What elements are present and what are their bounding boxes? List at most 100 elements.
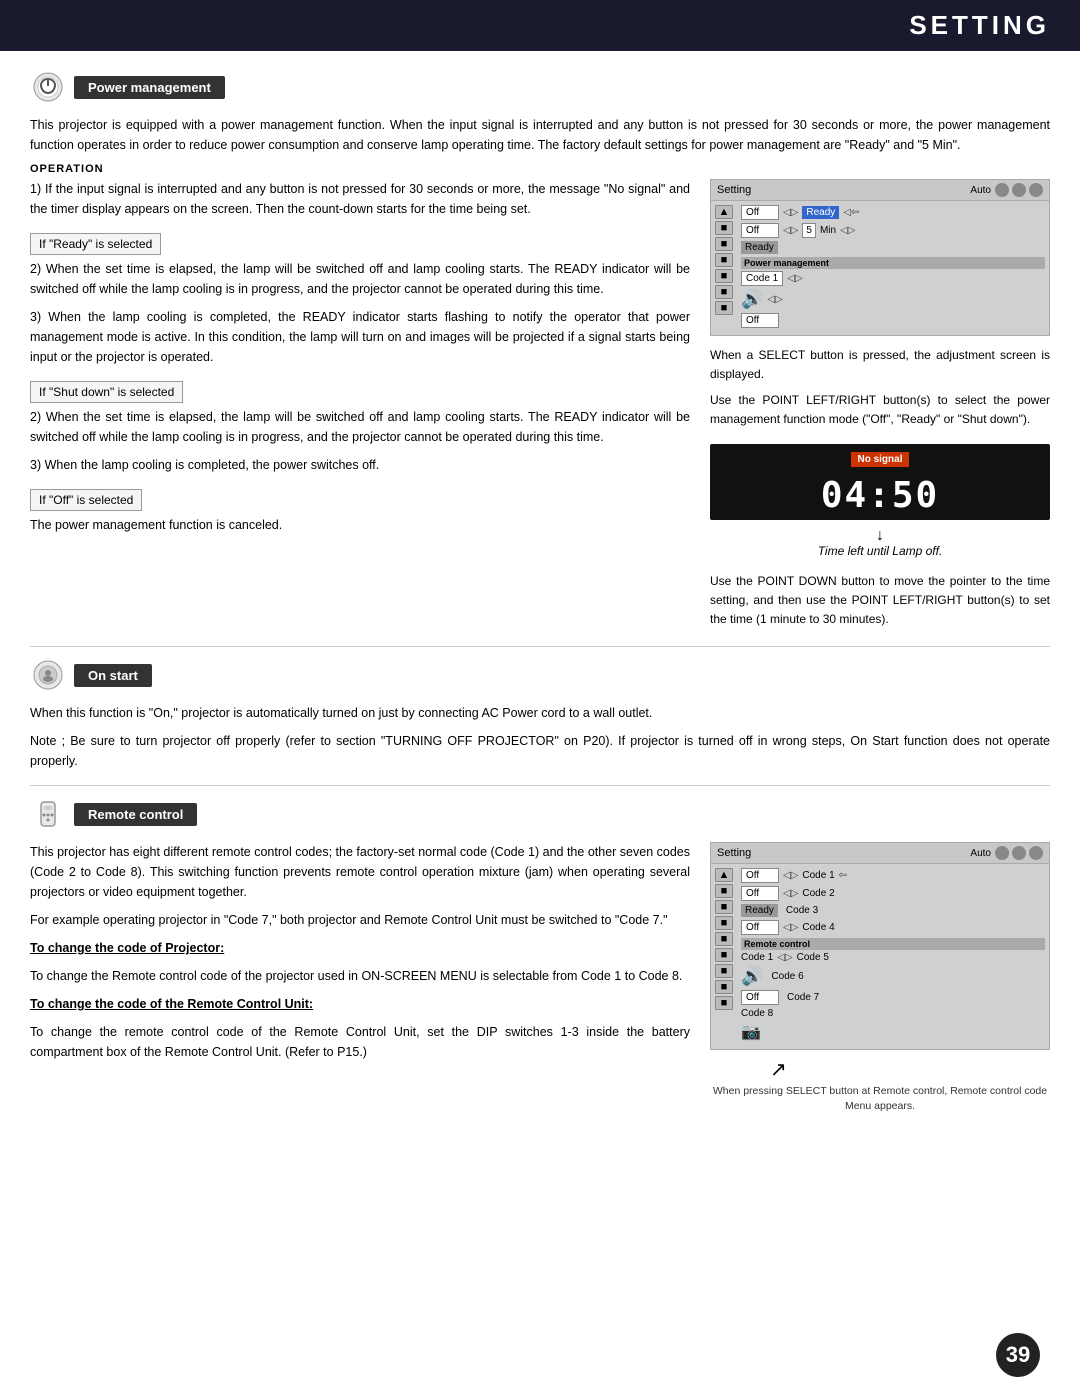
remote-sidebar-btn-8: ■ — [715, 980, 733, 994]
remote-code8-label: Code 8 — [741, 1008, 773, 1019]
on-start-icon — [30, 657, 66, 693]
if-off-label: If "Off" is selected — [30, 489, 142, 511]
ui-icon-3 — [1029, 183, 1043, 197]
operation-step1: 1) If the input signal is interrupted an… — [30, 179, 690, 219]
ui-main-area: Off ◁▷ Ready ◁⇦ Off ◁▷ 5 Min ◁▷ — [741, 205, 1045, 331]
remote-sidebar-btn-6: ■ — [715, 948, 733, 962]
ui-row-1: Off ◁▷ Ready ◁⇦ — [741, 205, 1045, 220]
remote-off2: Off — [741, 886, 779, 901]
remote-control-text1: This projector has eight different remot… — [30, 842, 690, 902]
timer-display: No signal 04:50 — [710, 444, 1050, 520]
if-shutdown-step3: 3) When the lamp cooling is completed, t… — [30, 455, 690, 475]
time-left-caption: Time left until Lamp off. — [710, 544, 1050, 558]
remote-row-8: Code 8 — [741, 1008, 1045, 1019]
remote-arrow-area: ↗ — [710, 1060, 1050, 1080]
remote-row-5: Code 1 ◁▷ Code 5 — [741, 952, 1045, 963]
remote-sidebar-btn-5: ■ — [715, 932, 733, 946]
power-management-ui-mockup: Setting Auto ▲ ■ ■ — [710, 179, 1050, 336]
ui-ready-highlight: Ready — [802, 206, 839, 219]
remote-ui-icons — [995, 846, 1043, 860]
remote-row-9: 📷 — [741, 1022, 1045, 1042]
on-start-title: On start — [74, 664, 152, 687]
point-down-text: Use the POINT DOWN button to move the po… — [710, 572, 1050, 628]
remote-ui-body: ▲ ■ ■ ■ ■ ■ ■ ■ ■ Off — [711, 864, 1049, 1049]
remote-arrow-5: ◁▷ — [777, 952, 792, 963]
ui-arrow-5: ◁▷ — [787, 273, 802, 284]
ui-arrow-3: ◁▷ — [783, 225, 798, 236]
ui-speaker-icon: 🔊 — [741, 289, 763, 310]
if-ready-step3: 3) When the lamp cooling is completed, t… — [30, 307, 690, 367]
remote-control-right: Setting Auto ▲ ■ — [710, 842, 1050, 1114]
point-lr-text: Use the POINT LEFT/RIGHT button(s) to se… — [710, 391, 1050, 428]
ui-sidebar-btn-1: ▲ — [715, 205, 733, 219]
ui-arrow-2: ◁⇦ — [843, 207, 859, 218]
ui-row-3: Ready — [741, 241, 1045, 254]
ui-off2-dropdown: Off — [741, 223, 779, 238]
remote-ui-titlebar: Setting Auto — [711, 843, 1049, 864]
ui-icon-2 — [1012, 183, 1026, 197]
ui-row-5: 🔊 ◁▷ — [741, 289, 1045, 310]
remote-control-text2: For example operating projector in "Code… — [30, 910, 690, 930]
remote-ui-sidebar: ▲ ■ ■ ■ ■ ■ ■ ■ ■ — [715, 868, 737, 1045]
if-shutdown-label: If "Shut down" is selected — [30, 381, 183, 403]
section-divider-2 — [30, 785, 1050, 786]
timer-display-wrapper: No signal 04:50 ↓ Time left until Lamp o… — [710, 436, 1050, 564]
on-start-section: On start When this function is "On," pro… — [30, 657, 1050, 771]
change-projector-title: To change the code of Projector: — [30, 938, 690, 958]
remote-section-label: Remote control — [741, 938, 1045, 950]
ui-sidebar-btn-6: ■ — [715, 285, 733, 299]
remote-arrow-3: ◁▷ — [783, 888, 798, 899]
remote-sidebar-btn-2: ■ — [715, 884, 733, 898]
if-ready-label: If "Ready" is selected — [30, 233, 161, 255]
remote-control-section: Remote control This projector has eight … — [30, 796, 1050, 1114]
ui-min-label: Min — [820, 225, 836, 236]
remote-row-1: Off ◁▷ Code 1 ⇦ — [741, 868, 1045, 883]
remote-ui-icon-3 — [1029, 846, 1043, 860]
remote-control-header: Remote control — [30, 796, 1050, 832]
remote-ui-main-area: Off ◁▷ Code 1 ⇦ Off ◁▷ Code 2 — [741, 868, 1045, 1045]
remote-code2-label: Code 2 — [802, 888, 834, 899]
remote-caption: When pressing SELECT button at Remote co… — [710, 1084, 1050, 1114]
remote-ui-titlebar-right: Auto — [970, 846, 1043, 860]
remote-off1: Off — [741, 868, 779, 883]
if-off-text: The power management function is cancele… — [30, 515, 690, 535]
remote-ui-icon-1 — [995, 846, 1009, 860]
change-projector-text: To change the Remote control code of the… — [30, 966, 690, 986]
remote-arrow-4: ◁▷ — [783, 922, 798, 933]
if-ready-step2: 2) When the set time is elapsed, the lam… — [30, 259, 690, 299]
timer-section: No signal 04:50 ↓ Time left until Lamp o… — [710, 436, 1050, 564]
remote-sidebar-btn-4: ■ — [715, 916, 733, 930]
remote-control-two-col: This projector has eight different remot… — [30, 842, 1050, 1114]
remote-arrow-pointer: ↗ — [710, 1060, 1050, 1080]
remote-row-4: Off ◁▷ Code 4 — [741, 920, 1045, 935]
ui-window-icons — [995, 183, 1043, 197]
remote-row-6: 🔊 Code 6 — [741, 966, 1045, 987]
ui-off1-dropdown: Off — [741, 205, 779, 220]
remote-sidebar-btn-1: ▲ — [715, 868, 733, 882]
power-management-icon — [30, 69, 66, 105]
remote-code1-main: Code 1 — [741, 952, 773, 963]
on-start-note: Note ; Be sure to turn projector off pro… — [30, 731, 1050, 771]
timer-digits: 04:50 — [718, 475, 1042, 516]
remote-control-ui-mockup: Setting Auto ▲ ■ — [710, 842, 1050, 1050]
remote-sidebar-btn-9: ■ — [715, 996, 733, 1010]
remote-code4-label: Code 4 — [802, 922, 834, 933]
remote-code1-label: Code 1 — [802, 870, 834, 881]
remote-ui-setting: Setting — [717, 847, 751, 859]
change-remote-title: To change the code of the Remote Control… — [30, 994, 690, 1014]
remote-camera-icon: 📷 — [741, 1022, 761, 1042]
remote-row-2: Off ◁▷ Code 2 — [741, 886, 1045, 901]
ui-5min-box: 5 — [802, 223, 816, 238]
change-remote-text: To change the remote control code of the… — [30, 1022, 690, 1062]
remote-code5-label: Code 5 — [797, 952, 829, 963]
timer-arrow-down: ↓ — [710, 528, 1050, 544]
power-management-left-col: 1) If the input signal is interrupted an… — [30, 179, 690, 636]
if-shutdown-step2: 2) When the set time is elapsed, the lam… — [30, 407, 690, 447]
select-text: When a SELECT button is pressed, the adj… — [710, 346, 1050, 383]
remote-row-7: Off Code 7 — [741, 990, 1045, 1005]
remote-control-left: This projector has eight different remot… — [30, 842, 690, 1114]
ui-arrow-4: ◁▷ — [840, 225, 855, 236]
operation-label: OPERATION — [30, 163, 1050, 175]
no-signal-badge: No signal — [851, 452, 908, 467]
on-start-text1: When this function is "On," projector is… — [30, 703, 1050, 723]
